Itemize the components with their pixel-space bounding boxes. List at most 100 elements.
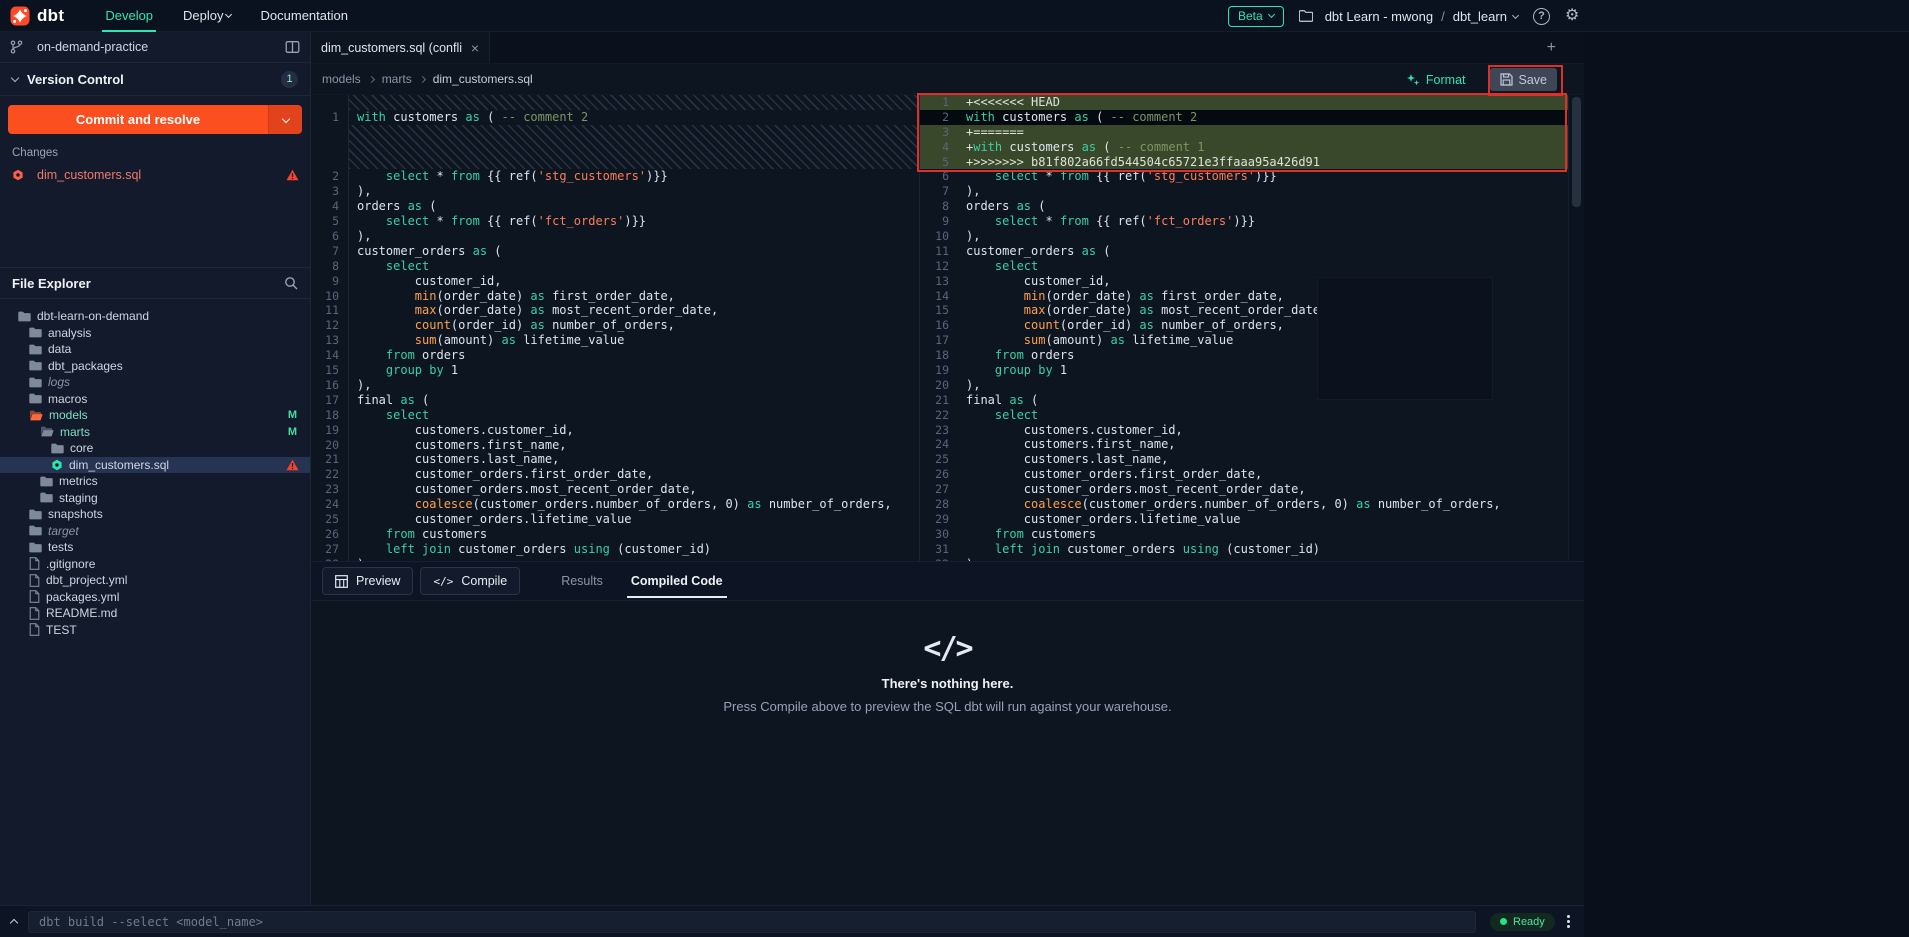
tree-item-snapshots[interactable]: snapshots (0, 506, 310, 523)
panel-tab-compiled-code[interactable]: Compiled Code (617, 561, 737, 601)
code-line-6: 6), (311, 229, 919, 244)
commit-and-resolve-button[interactable]: Commit and resolve (8, 105, 302, 134)
tree-item-models[interactable]: modelsM (0, 407, 310, 424)
navbar-right: Beta dbt Learn - mwong / dbt_learn ? ⚙ (1228, 0, 1579, 32)
table-grid-icon (335, 575, 348, 588)
tree-item-macros[interactable]: macros (0, 391, 310, 408)
line-number: 4 (920, 140, 958, 155)
line-number: 21 (311, 452, 349, 467)
bottom-actionbar: Preview </> Compile Results Compiled Code (311, 561, 1584, 601)
tree-item-dbt_project.yml[interactable]: dbt_project.yml (0, 572, 310, 589)
tree-item-staging[interactable]: staging (0, 490, 310, 507)
folder-icon (40, 492, 53, 503)
git-branch-selector[interactable]: on-demand-practice (0, 32, 310, 63)
line-number-gutter (311, 125, 349, 170)
code-line-12: 12 select (920, 259, 1568, 274)
line-number: 15 (920, 303, 958, 318)
settings-button[interactable]: ⚙ (1565, 8, 1579, 24)
tree-item-logs[interactable]: logs (0, 374, 310, 391)
file-icon (29, 574, 40, 587)
file-explorer-header[interactable]: File Explorer (0, 267, 310, 299)
tree-item-core[interactable]: core (0, 440, 310, 457)
compile-button[interactable]: </> Compile (420, 567, 520, 595)
panel-tab-label: Compiled Code (631, 574, 723, 588)
commit-options-caret[interactable] (268, 105, 302, 134)
new-tab-button[interactable]: + (1547, 32, 1556, 64)
preview-button[interactable]: Preview (322, 567, 413, 595)
panel-tab-results[interactable]: Results (547, 561, 617, 601)
modified-badge: M (288, 426, 297, 438)
nav-item-documentation[interactable]: Documentation (246, 0, 363, 32)
editor-tab-dim-customers[interactable]: dim_customers.sql (confli... × (311, 32, 490, 63)
main-nav: DevelopDeployDocumentation (90, 0, 363, 32)
code-editor-left-pane[interactable]: 1with customers as ( -- comment 22 selec… (311, 95, 920, 561)
save-button[interactable]: Save (1490, 68, 1558, 91)
code-content: group by 1 (349, 363, 458, 378)
tree-item-dbt-learn-on-demand[interactable]: dbt-learn-on-demand (0, 308, 310, 325)
format-button[interactable]: Format (1406, 73, 1466, 87)
tree-item-marts[interactable]: martsM (0, 424, 310, 441)
sparkles-icon (1406, 73, 1420, 87)
beta-selector[interactable]: Beta (1228, 6, 1284, 27)
line-number: 23 (311, 482, 349, 497)
close-icon[interactable]: × (471, 40, 479, 56)
dbt-logo-icon (10, 6, 30, 26)
file-icon (29, 607, 40, 620)
kebab-menu[interactable] (1567, 915, 1570, 928)
code-content: orders as ( (958, 199, 1045, 214)
nav-item-deploy[interactable]: Deploy (168, 0, 245, 32)
empty-state-subtitle: Press Compile above to preview the SQL d… (723, 699, 1171, 714)
tree-item-dim_customers.sql[interactable]: dim_customers.sql (0, 457, 310, 474)
tree-item-target[interactable]: target (0, 523, 310, 540)
editor-scrollbar[interactable] (1568, 95, 1584, 561)
version-control-header[interactable]: Version Control 1 (0, 63, 310, 96)
panel-tabs: Results Compiled Code (547, 561, 736, 601)
commit-button-label[interactable]: Commit and resolve (8, 105, 268, 134)
code-icon: </> (923, 631, 971, 666)
tab-title: dim_customers.sql (confli... (321, 41, 463, 55)
code-line-3: 3+======= (920, 125, 1568, 140)
help-button[interactable]: ? (1533, 8, 1550, 25)
code-line-7: 7customer_orders as ( (311, 244, 919, 259)
tree-item-metrics[interactable]: metrics (0, 473, 310, 490)
search-icon[interactable] (284, 276, 298, 290)
code-content: customer_id, (349, 274, 502, 289)
line-number: 5 (920, 155, 958, 170)
tree-item-TEST[interactable]: TEST (0, 622, 310, 639)
code-line-5: 5 select * from {{ ref('fct_orders')}} (311, 214, 919, 229)
code-content: ), (349, 378, 371, 393)
code-content: sum(amount) as lifetime_value (958, 333, 1233, 348)
tree-item-packages.yml[interactable]: packages.yml (0, 589, 310, 606)
code-line-14: 14 from orders (311, 348, 919, 363)
reader-book-icon[interactable] (285, 41, 300, 53)
tree-item-data[interactable]: data (0, 341, 310, 358)
breadcrumb: modelsmartsdim_customers.sql (322, 72, 533, 86)
tree-item-tests[interactable]: tests (0, 539, 310, 556)
command-statusbar: Ready (0, 905, 1584, 937)
code-line-5: 5+>>>>>>> b81f802a66fd544504c65721e3ffaa… (920, 155, 1568, 170)
nav-item-develop[interactable]: Develop (90, 0, 168, 32)
folder-icon (29, 525, 42, 536)
modified-badge: M (288, 409, 297, 421)
tree-item-README.md[interactable]: README.md (0, 605, 310, 622)
code-content: min(order_date) as first_order_date, (958, 289, 1284, 304)
expand-panel-button[interactable] (0, 917, 28, 926)
code-line-6: 6 select * from {{ ref('stg_customers')}… (920, 169, 1568, 184)
code-line-4: 4orders as ( (311, 199, 919, 214)
results-panel: </> There's nothing here. Press Compile … (311, 601, 1584, 905)
tree-item-dbt_packages[interactable]: dbt_packages (0, 358, 310, 375)
project-selector[interactable]: dbt Learn - mwong / dbt_learn (1299, 9, 1518, 24)
code-content: +>>>>>>> b81f802a66fd544504c65721e3ffaaa… (958, 155, 1320, 170)
command-input[interactable] (28, 911, 1476, 933)
code-line-22: 22 customer_orders.first_order_date, (311, 467, 919, 482)
tree-item-.gitignore[interactable]: .gitignore (0, 556, 310, 573)
tree-item-analysis[interactable]: analysis (0, 325, 310, 342)
code-line-2: 2with customers as ( -- comment 2 (920, 110, 1568, 125)
scrollbar-thumb[interactable] (1572, 97, 1581, 207)
line-number: 11 (920, 244, 958, 259)
tree-item-label: data (48, 342, 71, 356)
account-name: dbt Learn - mwong (1325, 9, 1433, 24)
dbt-logo[interactable]: dbt (10, 6, 64, 26)
changed-file-row[interactable]: dim_customers.sql (0, 166, 310, 184)
folder-icon (29, 344, 42, 355)
